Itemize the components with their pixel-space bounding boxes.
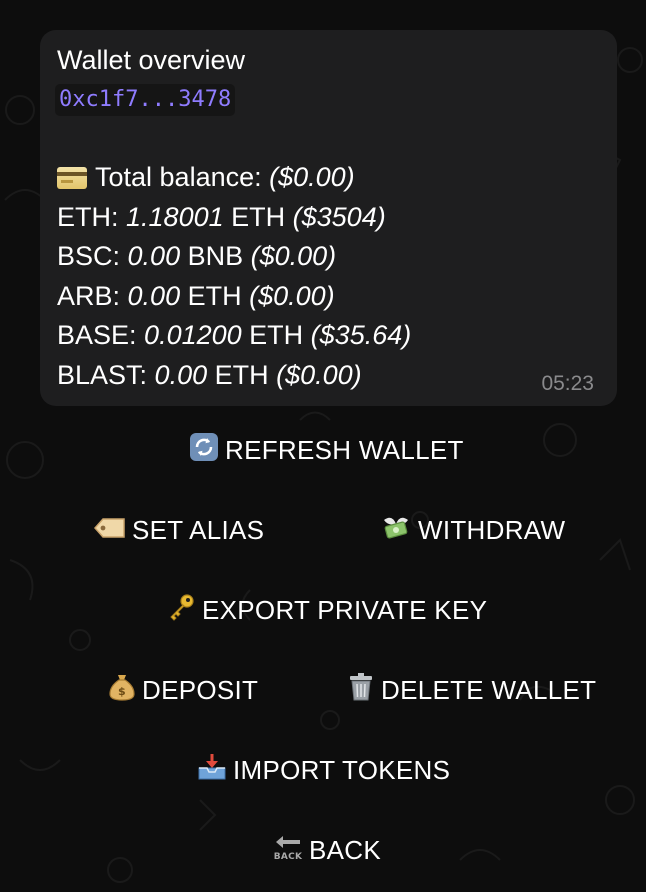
svg-text:$: $ [118,685,126,698]
button-label: DELETE WALLET [381,674,597,705]
back-arrow-icon: BACK [273,832,303,869]
line-amount: 0.00 [127,280,181,311]
key-icon [166,592,196,629]
line-unit: ETH [180,280,250,311]
trash-can-icon [347,672,375,709]
blast-balance-line: BLAST: 0.00 ETH ($0.00) [57,356,411,396]
line-unit: BNB [180,241,251,271]
arb-balance-line: ARB: 0.00 ETH ($0.00) [57,277,411,317]
button-label: EXPORT PRIVATE KEY [202,594,488,625]
line-unit: ETH [223,201,293,232]
line-prefix: ETH: [57,201,127,232]
export-private-key-button[interactable]: EXPORT PRIVATE KEY [166,590,487,630]
bsc-balance-line: BSC: 0.00 BNB ($0.00) [57,237,411,277]
line-prefix: BLAST: [57,359,155,390]
line-unit: ETH [241,320,311,350]
line-prefix: Total balance: [95,162,270,192]
line-usd: ($35.64) [310,320,412,350]
line-unit: ETH [207,359,277,390]
button-label: BACK [309,834,382,865]
button-label: IMPORT TOKENS [233,754,451,785]
line-amount: 0.01200 [144,320,242,350]
wallet-address-code[interactable]: 0xc1f7...3478 [55,84,236,116]
money-with-wings-icon [380,512,412,549]
money-bag-icon: $ [108,672,136,709]
line-prefix: ARB: [57,280,128,311]
refresh-icon [189,432,219,469]
line-amount: 0.00 [127,241,181,271]
line-amount: 0.00 [154,359,208,390]
inbox-tray-icon [197,752,227,789]
line-usd: ($0.00) [250,241,337,271]
withdraw-button[interactable]: WITHDRAW [380,510,565,550]
total-balance-line: Total balance: ($0.00) [57,158,411,198]
line-prefix: BSC: [57,241,128,271]
balance-lines: Total balance: ($0.00) ETH: 1.18001 ETH … [57,158,411,395]
button-label: SET ALIAS [132,514,265,545]
back-icon-text: BACK [274,852,303,862]
set-alias-button[interactable]: SET ALIAS [93,510,265,550]
line-usd: ($3504) [292,201,386,232]
message-title: Wallet overview [57,45,246,75]
credit-card-icon [57,166,87,189]
base-balance-line: BASE: 0.01200 ETH ($35.64) [57,316,411,356]
button-label: REFRESH WALLET [225,434,464,465]
eth-balance-line: ETH: 1.18001 ETH ($3504) [57,198,411,238]
line-usd: ($0.00) [249,280,335,311]
line-amount: 1.18001 [126,201,224,232]
line-prefix: BASE: [57,320,145,350]
refresh-wallet-button[interactable]: REFRESH WALLET [189,430,464,470]
button-label: WITHDRAW [418,514,566,545]
wallet-overview-message: Wallet overview 0xc1f7...3478 Total bala… [40,30,617,406]
label-tag-icon [93,515,126,546]
button-label: DEPOSIT [142,674,259,705]
message-timestamp: 05:23 [541,372,594,395]
line-usd: ($0.00) [269,162,355,192]
import-tokens-button[interactable]: IMPORT TOKENS [197,750,450,790]
deposit-button[interactable]: $ DEPOSIT [108,670,258,710]
back-button[interactable]: BACK BACK [273,830,381,870]
delete-wallet-button[interactable]: DELETE WALLET [347,670,596,710]
line-usd: ($0.00) [276,359,362,390]
